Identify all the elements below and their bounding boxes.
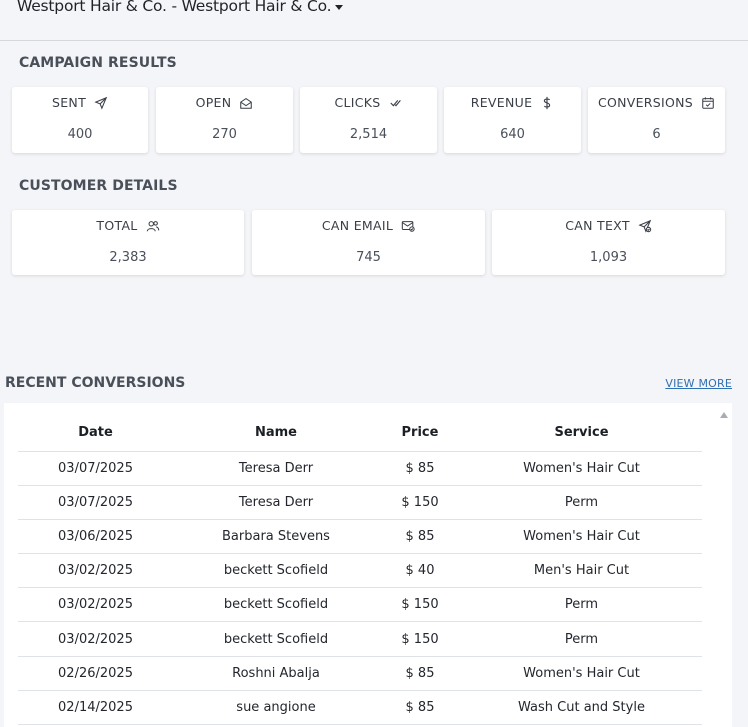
- column-header-price[interactable]: Price: [379, 415, 461, 452]
- table-row[interactable]: 03/02/2025 beckett Scofield $ 40 Men's H…: [18, 553, 702, 589]
- card-value: 2,383: [109, 250, 147, 265]
- card-value: 6: [652, 127, 661, 142]
- cell-service: Men's Hair Cut: [461, 553, 702, 589]
- cell-name: beckett Scofield: [173, 553, 379, 589]
- double-check-icon: [389, 99, 401, 106]
- cell-date: 03/07/2025: [18, 451, 173, 486]
- card-label: OPEN: [195, 95, 232, 110]
- view-more-link[interactable]: VIEW MORE: [665, 377, 732, 390]
- cell-name: Roshni Abalja: [173, 656, 379, 691]
- card-value: 745: [356, 250, 381, 265]
- cell-date: 03/02/2025: [18, 553, 173, 589]
- cell-date: 02/14/2025: [18, 690, 173, 726]
- column-header-date[interactable]: Date: [18, 415, 173, 452]
- table-header-row: Date Name Price Service: [18, 415, 702, 452]
- cell-price: $ 85: [379, 656, 461, 691]
- recent-conversions-table: Date Name Price Service 03/07/2025 Teres…: [18, 415, 702, 726]
- card-label: TOTAL: [96, 218, 138, 233]
- cell-service: Perm: [461, 621, 702, 657]
- cell-name: beckett Scofield: [173, 587, 379, 623]
- table-row[interactable]: 02/14/2025 sue angione $ 85 Wash Cut and…: [18, 690, 702, 726]
- cell-price: $ 85: [379, 451, 461, 486]
- card-value: 270: [212, 127, 237, 142]
- column-header-service[interactable]: Service: [461, 415, 702, 452]
- table-row[interactable]: 03/07/2025 Teresa Derr $ 85 Women's Hair…: [18, 451, 702, 486]
- table-row[interactable]: 03/02/2025 beckett Scofield $ 150 Perm: [18, 587, 702, 623]
- clicks-card: CLICKS 2,514: [300, 87, 437, 153]
- cell-name: Teresa Derr: [173, 485, 379, 520]
- scroll-up-arrow-icon[interactable]: [720, 412, 728, 418]
- cell-date: 03/02/2025: [18, 587, 173, 623]
- cell-date: 02/26/2025: [18, 656, 173, 691]
- card-label: CAN TEXT: [565, 218, 630, 233]
- users-icon: [146, 220, 159, 231]
- card-label: CONVERSIONS: [597, 95, 694, 110]
- send-check-icon: [638, 219, 651, 233]
- card-value: 2,514: [349, 127, 388, 142]
- can-email-card: CAN EMAIL 745: [252, 210, 485, 275]
- column-header-name[interactable]: Name: [173, 415, 379, 452]
- revenue-card: REVENUE 640: [444, 87, 581, 153]
- cell-service: Women's Hair Cut: [461, 451, 702, 486]
- conversions-card: CONVERSIONS 6: [588, 87, 725, 153]
- recent-conversions-table-panel: Date Name Price Service 03/07/2025 Teres…: [4, 403, 732, 727]
- business-selector[interactable]: Westport Hair & Co. - Westport Hair & Co…: [17, 0, 344, 15]
- cell-name: Teresa Derr: [173, 451, 379, 486]
- cell-service: Women's Hair Cut: [461, 656, 702, 691]
- table-row[interactable]: 03/06/2025 Barbara Stevens $ 85 Women's …: [18, 519, 702, 555]
- card-value: 400: [67, 127, 93, 142]
- campaign-results-title: CAMPAIGN RESULTS: [19, 55, 177, 71]
- cell-service: Women's Hair Cut: [461, 519, 702, 555]
- cell-price: $ 150: [379, 621, 461, 657]
- cell-price: $ 150: [379, 587, 461, 623]
- cell-name: beckett Scofield: [173, 621, 379, 657]
- cell-price: $ 40: [379, 553, 461, 589]
- card-label: REVENUE: [470, 95, 533, 110]
- card-label: SENT: [51, 95, 87, 110]
- table-row[interactable]: 02/26/2025 Roshni Abalja $ 85 Women's Ha…: [18, 656, 702, 691]
- total-card: TOTAL 2,383: [12, 210, 244, 275]
- card-label: CLICKS: [334, 95, 381, 110]
- cell-date: 03/06/2025: [18, 519, 173, 555]
- cell-date: 03/07/2025: [18, 485, 173, 520]
- customer-details-title: CUSTOMER DETAILS: [19, 178, 178, 194]
- cell-date: 03/02/2025: [18, 621, 173, 657]
- can-text-card: CAN TEXT 1,093: [492, 210, 725, 275]
- card-label: CAN EMAIL: [321, 218, 394, 233]
- table-row[interactable]: 03/02/2025 beckett Scofield $ 150 Perm: [18, 621, 702, 657]
- card-value: 1,093: [589, 250, 628, 265]
- caret-down-icon: [335, 4, 344, 10]
- cell-name: Barbara Stevens: [173, 519, 379, 555]
- card-value: 640: [500, 127, 525, 142]
- cell-service: Perm: [461, 587, 702, 623]
- cell-price: $ 85: [379, 690, 461, 726]
- send-icon: [94, 96, 108, 110]
- sent-card: SENT 400: [12, 87, 148, 153]
- cell-name: sue angione: [173, 690, 379, 726]
- email-check-icon: [401, 220, 415, 232]
- recent-conversions-title: RECENT CONVERSIONS: [5, 375, 186, 391]
- top-bar: Westport Hair & Co. - Westport Hair & Co…: [0, 0, 748, 41]
- cell-price: $ 150: [379, 485, 461, 520]
- cell-service: Perm: [461, 485, 702, 520]
- dollar-icon: [544, 96, 551, 109]
- cell-service: Wash Cut and Style: [461, 690, 702, 726]
- cell-price: $ 85: [379, 519, 461, 555]
- business-selector-label: Westport Hair & Co. - Westport Hair & Co…: [17, 0, 332, 15]
- open-card: OPEN 270: [156, 87, 293, 153]
- table-row[interactable]: 03/07/2025 Teresa Derr $ 150 Perm: [18, 485, 702, 520]
- envelope-open-icon: [240, 97, 253, 109]
- calendar-check-icon: [702, 96, 714, 109]
